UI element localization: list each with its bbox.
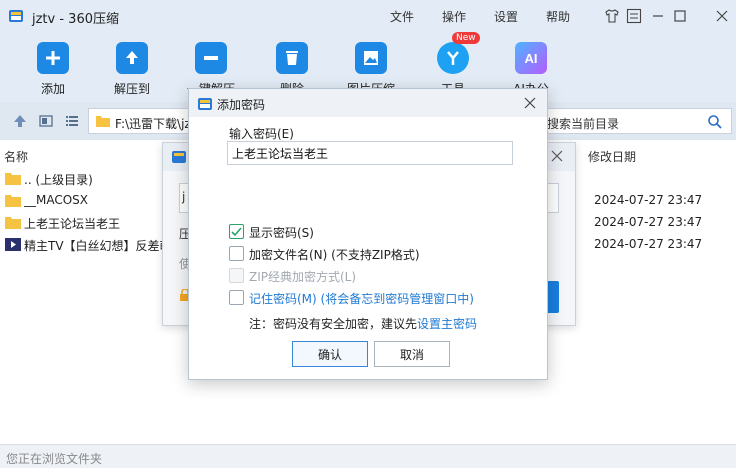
show-password-label: 显示密码(S) [249, 226, 314, 240]
folder-icon [5, 217, 21, 229]
delete-icon [276, 42, 308, 74]
search-input[interactable]: 搜索当前目录 [536, 108, 732, 134]
status-text: 您正在浏览文件夹 [6, 452, 103, 466]
remember-password-label[interactable]: 记住密码(M) (将会备忘到密码管理窗口中) [249, 290, 474, 307]
set-master-password-link[interactable]: 设置主密码 [417, 317, 477, 331]
thumbnail-view-icon[interactable] [38, 113, 54, 129]
window-title: jztv - 360压缩 [32, 12, 119, 27]
background-char: j [182, 190, 186, 204]
maximize-icon [674, 10, 686, 22]
menu-lines-icon[interactable] [626, 8, 642, 24]
note-text: 注：密码没有安全加密，建议先 [249, 317, 418, 331]
dialog-title: 添加密码 [217, 98, 266, 112]
skin-button[interactable] [602, 6, 622, 26]
remember-password-checkbox[interactable] [229, 290, 244, 305]
dialog-close-button[interactable] [521, 94, 539, 112]
menu-operation[interactable]: 操作 [442, 8, 466, 25]
extract-to-label: 解压到 [113, 82, 150, 96]
ai-icon: AI [515, 42, 547, 74]
folder-icon [5, 195, 21, 207]
zip-classic-checkbox [229, 268, 244, 283]
password-input[interactable] [227, 141, 513, 165]
title-bar: jztv - 360压缩 文件 操作 设置 帮助 [0, 0, 736, 32]
password-label: 输入密码(E) [229, 127, 294, 141]
status-bar: 您正在浏览文件夹 [0, 444, 736, 468]
address-path: F:\迅雷下载\jztv [115, 117, 191, 131]
address-bar[interactable]: F:\迅雷下载\jztv [88, 108, 192, 134]
extract-icon [116, 42, 148, 74]
shirt-icon [605, 9, 619, 23]
file-name: __MACOSX [24, 193, 89, 207]
confirm-button[interactable]: 确认 [292, 341, 368, 367]
column-name[interactable]: 名称 [4, 148, 28, 165]
add-label: 添加 [40, 82, 65, 96]
add-icon [37, 42, 69, 74]
menu-help[interactable]: 帮助 [546, 8, 570, 25]
extract-to-button[interactable]: 解压到 [97, 38, 167, 98]
checkmark-icon [231, 227, 242, 237]
one-click-extract-icon [195, 42, 227, 74]
file-date: 2024-07-27 23:47 [594, 193, 703, 207]
file-name: 精主TV【白丝幻想】反差萌 [24, 239, 172, 253]
new-badge: New [452, 32, 480, 44]
minimize-icon [653, 15, 663, 17]
list-view-icon[interactable] [64, 113, 80, 129]
app-logo-icon [9, 10, 23, 22]
tools-icon [437, 42, 469, 74]
close-button[interactable] [712, 6, 732, 26]
folder-icon [5, 173, 21, 185]
encrypt-filename-checkbox[interactable] [229, 246, 244, 261]
menu-settings[interactable]: 设置 [494, 8, 518, 25]
file-date: 2024-07-27 23:47 [594, 237, 703, 251]
folder-icon [96, 116, 110, 127]
file-name: .. (上级目录) [24, 173, 93, 187]
minimize-button[interactable] [648, 6, 668, 26]
menu-file[interactable]: 文件 [390, 8, 414, 25]
column-date[interactable]: 修改日期 [588, 148, 636, 165]
file-name: 上老王论坛当老王 [24, 217, 121, 231]
password-dialog: 添加密码 输入密码(E) 显示密码(S) 加密文件名(N) (不支持ZIP格式)… [188, 88, 548, 380]
close-icon [716, 10, 728, 22]
cancel-button[interactable]: 取消 [374, 341, 450, 367]
app-logo-icon [172, 151, 186, 163]
up-arrow-icon[interactable] [12, 113, 28, 129]
show-password-checkbox[interactable] [229, 224, 244, 239]
search-placeholder: 搜索当前目录 [547, 117, 620, 131]
zip-classic-label: ZIP经典加密方式(L) [249, 270, 357, 284]
search-icon[interactable] [707, 114, 723, 130]
image-compress-icon [355, 42, 387, 74]
file-date: 2024-07-27 23:47 [594, 215, 703, 229]
close-icon[interactable] [549, 148, 565, 164]
add-button[interactable]: 添加 [18, 38, 88, 98]
maximize-button[interactable] [670, 6, 690, 26]
close-icon [524, 97, 536, 109]
security-note: 注：密码没有安全加密，建议先设置主密码 [249, 315, 477, 332]
encrypt-filename-label: 加密文件名(N) (不支持ZIP格式) [249, 248, 420, 262]
app-logo-icon [198, 98, 212, 110]
video-file-icon [5, 238, 21, 251]
